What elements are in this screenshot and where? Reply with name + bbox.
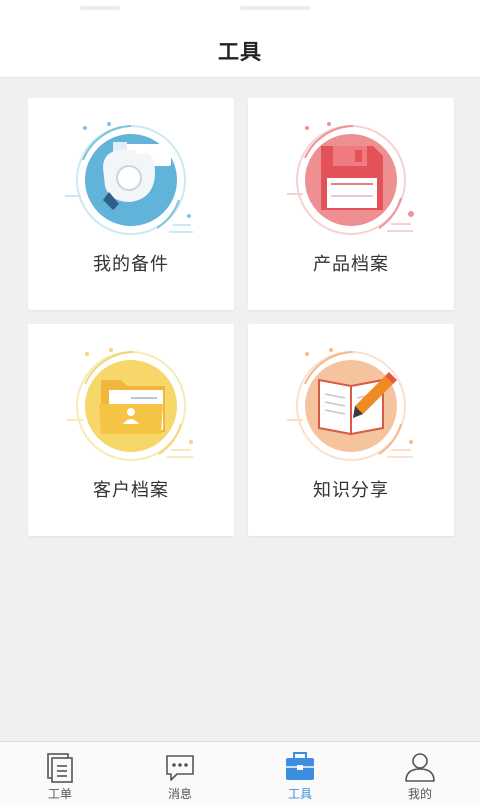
work-order-icon [47, 753, 73, 783]
toolbox-icon [286, 752, 314, 780]
tool-label: 产品档案 [313, 254, 389, 275]
tool-label: 知识分享 [313, 480, 389, 501]
tool-card-knowledge-share[interactable]: 知识分享 [248, 324, 454, 536]
tool-card-customer-archive[interactable]: 客户档案 [28, 324, 234, 536]
tab-profile[interactable]: 我的 [360, 742, 480, 805]
tab-messages[interactable]: 消息 [120, 742, 240, 805]
tab-label: 工单 [47, 787, 72, 801]
tool-card-product-archive[interactable]: 产品档案 [248, 98, 454, 310]
book-pencil-icon [287, 348, 413, 461]
page-title: 工具 [218, 40, 262, 64]
tab-label: 工具 [287, 787, 312, 801]
product-file-icon [287, 122, 414, 235]
tab-tools[interactable]: 工具 [240, 742, 360, 805]
header: 工具 [0, 0, 480, 78]
tab-label: 我的 [407, 787, 432, 801]
bottom-tab-bar: 工单 消息 工具 我的 [0, 741, 480, 805]
customer-folder-icon [67, 348, 193, 461]
tab-label: 消息 [167, 787, 192, 801]
tool-label: 客户档案 [93, 480, 169, 501]
tab-work-order[interactable]: 工单 [0, 742, 120, 805]
message-icon [166, 755, 194, 781]
tool-label: 我的备件 [93, 254, 169, 275]
profile-icon [405, 753, 435, 782]
tool-card-spare-parts[interactable]: 我的备件 [28, 98, 234, 310]
status-bar [70, 6, 410, 12]
camera-spare-part-icon [65, 122, 193, 235]
